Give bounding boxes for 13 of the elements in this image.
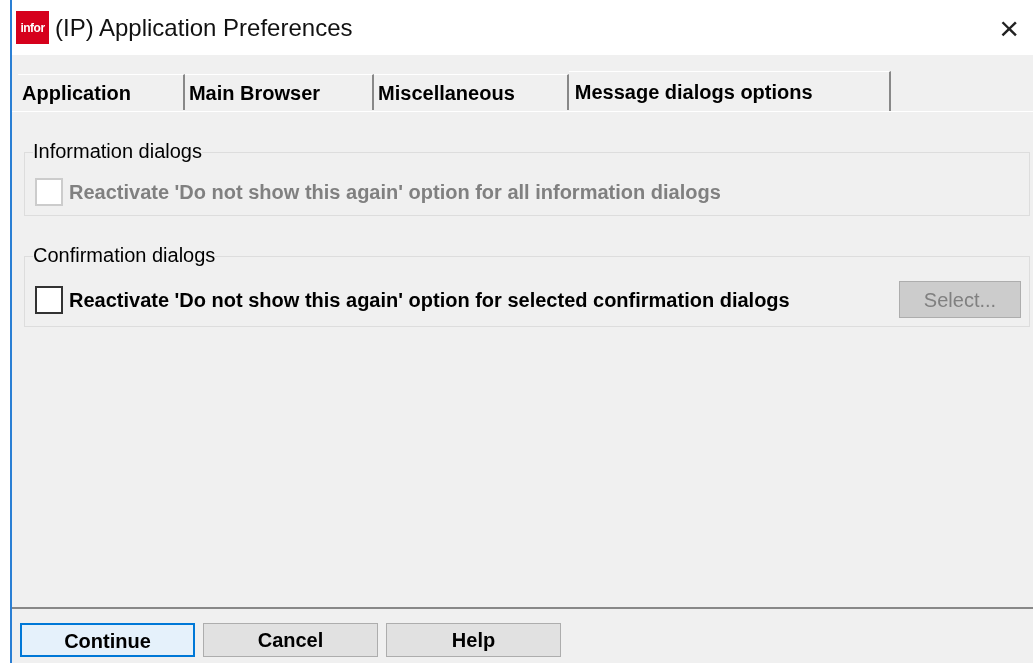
tab[interactable]: Message dialogs options (568, 71, 891, 111)
app-logo: infor (16, 11, 49, 44)
tab[interactable]: Application (18, 74, 185, 110)
tab[interactable]: Miscellaneous (374, 74, 569, 110)
checkbox-label: Reactivate 'Do not show this again' option for selected confirmation dialogs (69, 287, 790, 313)
dialog-button[interactable]: Cancel (203, 623, 378, 657)
tab[interactable]: Main Browser (184, 74, 375, 110)
dialog-button[interactable]: Continue (20, 623, 195, 657)
dialog-button[interactable]: Help (386, 623, 561, 657)
checkbox-label: Reactivate 'Do not show this again' option for all information dialogs (69, 180, 721, 205)
close-button[interactable]: × (993, 9, 1025, 46)
window-title: (IP) Application Preferences (55, 12, 353, 43)
checkbox[interactable] (35, 285, 63, 314)
